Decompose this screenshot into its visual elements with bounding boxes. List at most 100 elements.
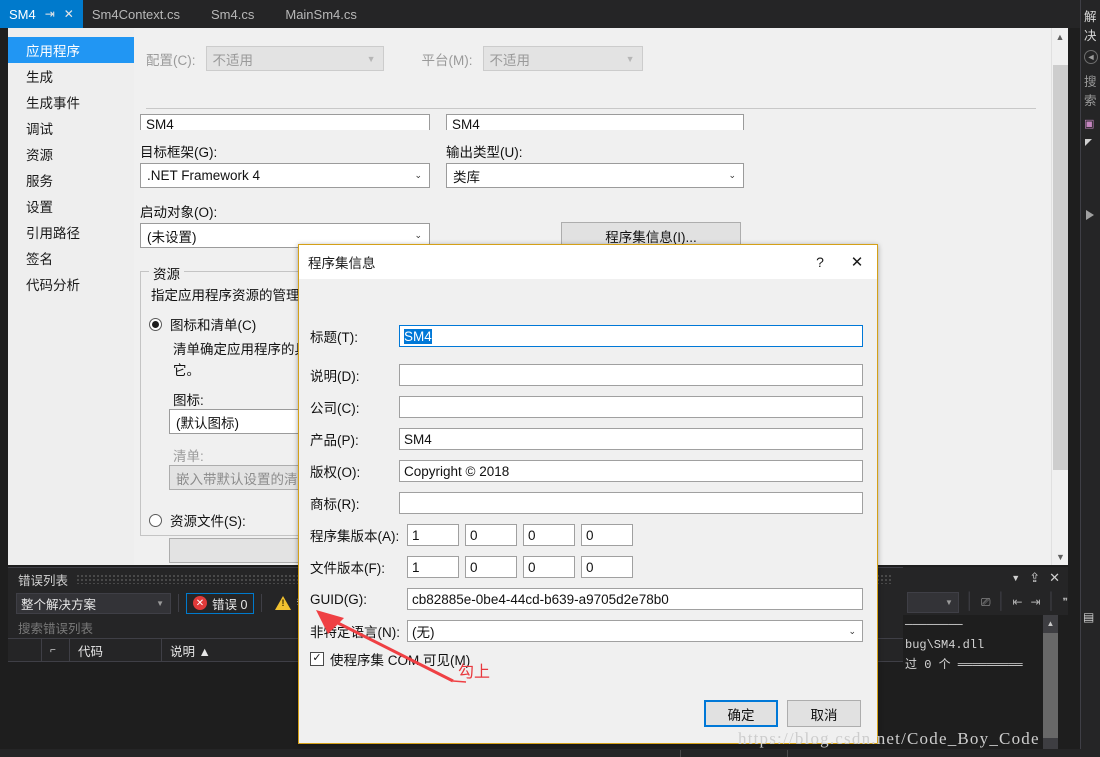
- neutral-language-wrap: (无) ⌄: [407, 620, 863, 642]
- sidebar-item-label: 资源: [26, 148, 53, 163]
- expander-triangle-icon[interactable]: [1085, 139, 1092, 146]
- sidebar-item-label: 签名: [26, 252, 53, 267]
- errors-filter-button[interactable]: ✕ 错误 0: [186, 592, 255, 614]
- radio-resource-file[interactable]: 资源文件(S):: [149, 510, 246, 530]
- sidebar-item-label: 引用路径: [26, 226, 80, 241]
- solution-search-input[interactable]: 搜索: [1084, 71, 1100, 109]
- file-version-revision[interactable]: 0: [581, 556, 633, 578]
- watermark: https://blog.csdn.net/Code_Boy_Code: [738, 729, 1040, 748]
- file-version-major[interactable]: 1: [407, 556, 459, 578]
- chevron-down-icon[interactable]: ▼: [1011, 573, 1020, 583]
- error-search-placeholder: 搜索错误列表: [18, 621, 94, 636]
- ok-button[interactable]: 确定: [704, 700, 778, 727]
- scroll-down-icon[interactable]: ▼: [1052, 548, 1068, 565]
- properties-side-nav: 应用程序 生成 生成事件 调试 资源 服务 设置 引用路径 签名 代码分析: [8, 28, 147, 565]
- platform-combo[interactable]: 不适用 ▼: [482, 46, 643, 71]
- output-type-combo[interactable]: 类库 ⌄: [446, 163, 744, 188]
- tab-sm4[interactable]: SM4 ⇥ ✕: [0, 0, 83, 28]
- next-message-icon[interactable]: ⇥: [1031, 595, 1041, 609]
- col-severity-icon[interactable]: ⌐: [42, 639, 70, 661]
- designer-vertical-scrollbar[interactable]: ▲ ▼: [1051, 28, 1068, 565]
- sidebar-item-services[interactable]: 服务: [8, 167, 134, 193]
- configuration-combo[interactable]: 不适用 ▼: [205, 46, 384, 71]
- pin-icon[interactable]: ⇥: [45, 8, 55, 20]
- scrollbar-thumb[interactable]: [1043, 633, 1058, 738]
- sidebar-item-application[interactable]: 应用程序: [8, 37, 147, 63]
- product-input[interactable]: SM4: [399, 428, 863, 450]
- cancel-button[interactable]: 取消: [787, 700, 861, 727]
- company-input[interactable]: [399, 396, 863, 418]
- col-code[interactable]: 代码: [70, 639, 162, 661]
- assembly-version-major[interactable]: 1: [407, 524, 459, 546]
- close-icon[interactable]: ✕: [837, 245, 877, 279]
- tab-sm4cs[interactable]: Sm4.cs: [189, 0, 263, 28]
- error-icon: ✕: [193, 596, 207, 610]
- icon-value: (默认图标): [176, 415, 239, 431]
- product-field-label: 产品(P):: [310, 433, 359, 448]
- splitter-tick[interactable]: [787, 750, 788, 757]
- root-namespace-input[interactable]: SM4: [446, 114, 744, 130]
- configuration-row: 配置(C): 不适用 ▼ 平台(M): 不适用 ▼: [146, 46, 643, 71]
- close-icon[interactable]: ✕: [1049, 570, 1060, 586]
- file-version-build[interactable]: 0: [523, 556, 575, 578]
- assembly-name-input[interactable]: SM4: [140, 114, 430, 130]
- col-blank[interactable]: [8, 639, 42, 661]
- file-version-minor[interactable]: 0: [465, 556, 517, 578]
- solution-node-icon[interactable]: ▣: [1084, 117, 1100, 130]
- manifest-description-line2: 它。: [173, 363, 200, 378]
- output-source-combo[interactable]: ▼: [907, 591, 959, 613]
- com-visible-checkbox-row[interactable]: ✓ 使程序集 COM 可见(M): [310, 649, 470, 669]
- tab-sm4context[interactable]: Sm4Context.cs: [83, 0, 189, 28]
- scroll-up-icon[interactable]: ▲: [1043, 615, 1058, 632]
- assembly-version-build[interactable]: 0: [523, 524, 575, 546]
- field-row-guid: GUID(G): cb82885e-0be4-44cd-b639-a9705d2…: [299, 588, 879, 610]
- trademark-input[interactable]: [399, 492, 863, 514]
- sidebar-item-debug[interactable]: 调试: [8, 115, 134, 141]
- field-row-copyright: 版权(O): Copyright © 2018: [299, 460, 879, 482]
- title-input[interactable]: SM4: [399, 325, 863, 347]
- scope-combo[interactable]: 整个解决方案 ▼: [16, 592, 171, 614]
- sidebar-item-settings[interactable]: 设置: [8, 193, 134, 219]
- clear-output-icon[interactable]: ⎚: [981, 595, 991, 610]
- sidebar-item-resources[interactable]: 资源: [8, 141, 134, 167]
- properties-grid-icon[interactable]: ▤: [1083, 610, 1094, 624]
- assembly-information-label: 程序集信息(I)...: [605, 230, 697, 245]
- pin-icon[interactable]: ⇪: [1029, 570, 1040, 586]
- splitter-tick[interactable]: [680, 750, 681, 757]
- scrollbar-thumb[interactable]: [1053, 65, 1068, 470]
- copyright-input[interactable]: Copyright © 2018: [399, 460, 863, 482]
- previous-message-icon[interactable]: ⇤: [1012, 595, 1022, 609]
- output-vertical-scrollbar[interactable]: ▲: [1043, 615, 1058, 749]
- radio-icon-and-manifest[interactable]: 图标和清单(C): [149, 314, 256, 334]
- collapse-arrow-icon[interactable]: [1086, 210, 1094, 220]
- sidebar-item-code-analysis[interactable]: 代码分析: [8, 271, 134, 297]
- description-input[interactable]: [399, 364, 863, 386]
- chevron-down-icon: ⌄: [728, 170, 736, 180]
- sidebar-item-build[interactable]: 生成: [8, 63, 134, 89]
- assembly-version-minor[interactable]: 0: [465, 524, 517, 546]
- com-visible-checkbox[interactable]: ✓: [310, 652, 324, 666]
- target-framework-combo[interactable]: .NET Framework 4 ⌄: [140, 163, 430, 188]
- scroll-up-icon[interactable]: ▲: [1052, 28, 1068, 45]
- assembly-version-revision[interactable]: 0: [581, 524, 633, 546]
- sidebar-item-label: 代码分析: [26, 278, 80, 293]
- close-icon[interactable]: ✕: [64, 8, 74, 20]
- dialog-button-bar: 确定 取消: [704, 700, 861, 727]
- word-wrap-icon[interactable]: ❞: [1063, 597, 1068, 608]
- dialog-body: 标题(T): SM4 说明(D): 公司(C): 产品(P): SM4 版权(O…: [299, 279, 877, 745]
- neutral-language-combo[interactable]: (无) ⌄: [407, 620, 863, 642]
- tab-mainsm4cs[interactable]: MainSm4.cs: [263, 0, 366, 28]
- guid-input[interactable]: cb82885e-0be4-44cd-b639-a9705d2e78b0: [407, 588, 863, 610]
- dialog-title-bar[interactable]: 程序集信息 ? ✕: [299, 245, 877, 279]
- target-framework-label: 目标框架(G):: [140, 145, 218, 160]
- tab-label: MainSm4.cs: [285, 6, 357, 22]
- output-type-label: 输出类型(U):: [446, 145, 523, 160]
- radio-icon-and-manifest-label: 图标和清单(C): [170, 318, 257, 333]
- help-icon[interactable]: ?: [803, 245, 837, 279]
- back-circle-icon[interactable]: ◄: [1084, 50, 1098, 64]
- sidebar-item-signing[interactable]: 签名: [8, 245, 134, 271]
- sidebar-item-reference-paths[interactable]: 引用路径: [8, 219, 134, 245]
- company-field-label: 公司(C):: [310, 401, 360, 416]
- description-field-wrap: [399, 364, 863, 386]
- sidebar-item-build-events[interactable]: 生成事件: [8, 89, 134, 115]
